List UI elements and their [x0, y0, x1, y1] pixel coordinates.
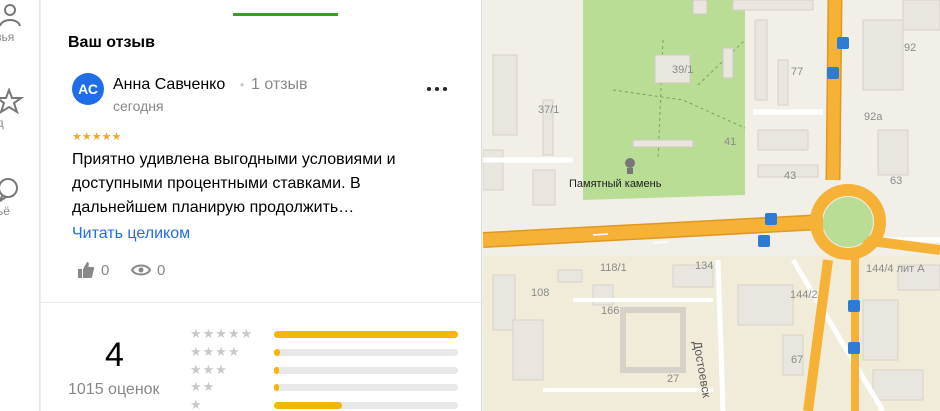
- views-count: 0: [157, 261, 166, 279]
- avatar[interactable]: АС: [72, 73, 104, 105]
- rating-row-4: ★★★★: [190, 345, 470, 359]
- rating-row-3: ★★★: [190, 363, 470, 377]
- rail-item-friends[interactable]: узья: [0, 2, 39, 44]
- map-view[interactable]: 39/1 37/1 77 92 92а 41 43 63 118/1 134 1…: [483, 0, 940, 411]
- rail-item-label: льё: [0, 204, 10, 218]
- house-number: 77: [791, 66, 804, 78]
- rating-bar-fill: [274, 384, 279, 391]
- house-number: 41: [724, 136, 737, 148]
- rating-row-2: ★★: [190, 380, 470, 394]
- house-number: 27: [667, 373, 680, 385]
- stars-icon: ★★: [190, 379, 216, 394]
- section-title: Ваш отзыв: [68, 34, 155, 51]
- house-number: 118/1: [600, 262, 627, 274]
- house-number: 134: [695, 260, 714, 272]
- left-rail: узья ид льё: [0, 0, 40, 411]
- stars-icon: ★★★★: [190, 344, 241, 359]
- map-canvas: [483, 0, 940, 411]
- average-rating: 4: [105, 336, 124, 374]
- house-number: 43: [784, 170, 797, 182]
- house-number: 37/1: [538, 104, 560, 116]
- divider: [41, 302, 481, 303]
- more-dot-icon: [443, 87, 447, 91]
- active-tab-indicator: [233, 13, 338, 16]
- house-number: 67: [791, 354, 804, 366]
- rating-bar: [274, 367, 458, 374]
- house-number: 144/4 лит А: [866, 263, 925, 275]
- friends-icon: [0, 4, 21, 27]
- rating-bar: [274, 349, 458, 356]
- star-icon: [0, 88, 24, 114]
- author-name[interactable]: Анна Савченко: [113, 76, 225, 94]
- stars-icon: ★: [190, 397, 203, 411]
- chat-icon: [0, 178, 18, 202]
- rating-bar-fill: [274, 349, 280, 356]
- rail-item-label: ид: [0, 116, 39, 130]
- views-counter: 0: [131, 260, 165, 280]
- house-number: 144/2: [790, 289, 818, 301]
- rating-bar: [274, 402, 458, 409]
- review-date: сегодня: [113, 98, 164, 114]
- thumbs-up-icon: [78, 262, 95, 278]
- more-options-button[interactable]: [424, 78, 450, 98]
- author-review-count: 1 отзыв: [251, 76, 308, 93]
- rating-bar-fill: [274, 367, 279, 374]
- review-stars: ★★★★★: [72, 131, 122, 143]
- rating-row-5: ★★★★★: [190, 327, 470, 341]
- house-number: 92а: [864, 111, 883, 123]
- stars-icon: ★★★: [190, 362, 228, 377]
- stars-icon: ★★★★★: [190, 326, 254, 341]
- separator-dot: •: [240, 78, 245, 92]
- eye-icon: [131, 264, 151, 276]
- review-text: Приятно удивлена выгодными условиями и д…: [72, 151, 396, 216]
- rating-row-1: ★: [190, 398, 470, 411]
- rating-bar-fill: [274, 402, 342, 409]
- more-dot-icon: [435, 87, 439, 91]
- rating-bar-fill: [274, 331, 458, 338]
- rating-bar: [274, 384, 458, 391]
- house-number: 39/1: [672, 64, 694, 76]
- house-number: 108: [531, 287, 550, 299]
- rating-count: 1015 оценок: [68, 381, 160, 398]
- more-dot-icon: [427, 87, 431, 91]
- like-button[interactable]: 0: [77, 260, 109, 280]
- poi-label[interactable]: Памятный камень: [569, 178, 661, 190]
- rail-item-label: узья: [0, 30, 15, 44]
- read-more-link[interactable]: Читать целиком: [72, 225, 190, 243]
- rating-bar: [274, 331, 458, 338]
- rail-item-guide[interactable]: ид: [0, 88, 39, 130]
- house-number: 166: [601, 305, 620, 317]
- rail-item-more[interactable]: льё: [0, 176, 39, 218]
- review-panel: Ваш отзыв АС Анна Савченко • 1 отзыв сег…: [41, 0, 482, 411]
- house-number: 63: [890, 175, 903, 187]
- house-number: 92: [904, 42, 917, 54]
- like-count: 0: [101, 261, 110, 279]
